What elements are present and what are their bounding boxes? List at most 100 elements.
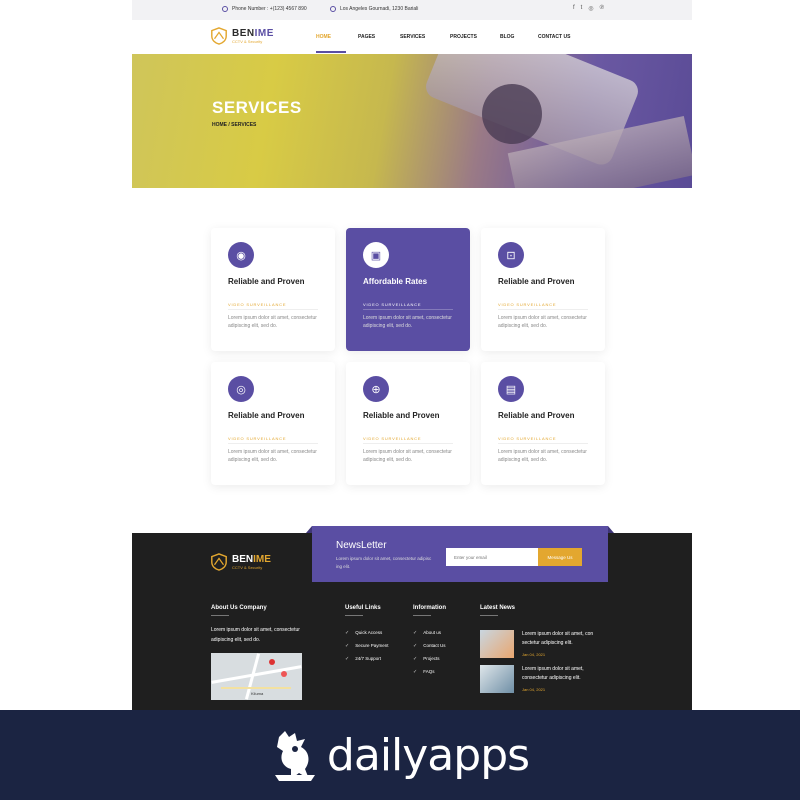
page: Phone Number : +(123) 4567 890 Los Angel…	[0, 0, 800, 800]
latest-news-divider	[480, 615, 498, 616]
service-card[interactable]: ◉ Reliable and Proven VIDEO SURVEILLANCE…	[211, 228, 335, 351]
breadcrumb[interactable]: HOME / SERVICES	[212, 122, 256, 128]
card-description: Lorem ipsum dolor sit amet, consectetur …	[498, 449, 587, 463]
brand-banner: dailyapps	[0, 710, 800, 800]
location-map[interactable]: Kiluma	[211, 653, 302, 700]
about-text: Lorem ipsum dolor sit amet, consectetur …	[211, 627, 300, 643]
check-icon: ✓	[345, 642, 350, 649]
footer-logo[interactable]: BENIME CCTV & Security	[210, 553, 271, 571]
service-card[interactable]: ⊕ Reliable and Proven VIDEO SURVEILLANCE…	[346, 362, 470, 485]
card-divider	[363, 443, 453, 444]
card-title: Affordable Rates	[363, 277, 428, 286]
card-divider	[498, 309, 588, 310]
card-subtitle: VIDEO SURVEILLANCE	[363, 436, 422, 441]
active-nav-indicator	[316, 51, 346, 53]
latest-news-title: Latest News	[480, 605, 516, 611]
news-date: Jan 04, 2021	[522, 687, 546, 692]
brand-name: dailyapps	[326, 729, 530, 781]
information-list: ✓ About us ✓ Contact Us ✓ Projects ✓ FAQs	[413, 626, 445, 678]
news-title: Lorem ipsum dolor sit amet, con sectetur…	[522, 631, 594, 646]
service-card[interactable]: ▤ Reliable and Proven VIDEO SURVEILLANCE…	[481, 362, 605, 485]
news-item[interactable]: Lorem ipsum dolor sit amet, con sectetur…	[480, 630, 610, 660]
logo-tagline: CCTV & Security	[232, 39, 263, 44]
check-icon: ✓	[345, 629, 350, 636]
card-description: Lorem ipsum dolor sit amet, consectetur …	[363, 449, 452, 463]
nav-projects[interactable]: PROJECTS	[450, 34, 500, 40]
about-divider	[211, 615, 229, 616]
card-divider	[498, 443, 588, 444]
card-divider	[228, 309, 318, 310]
information-title: Information	[413, 605, 446, 611]
footer: NewsLetter Lorem ipsum dolor sit amet, c…	[132, 526, 692, 710]
useful-links-divider	[345, 615, 363, 616]
newsletter-box: NewsLetter Lorem ipsum dolor sit amet, c…	[306, 526, 614, 582]
footer-link[interactable]: ✓ About us	[413, 626, 445, 639]
top-bar: Phone Number : +(123) 4567 890 Los Angel…	[132, 0, 692, 20]
address-info: Los Angeles Gournadi, 1230 Bariali	[330, 6, 418, 12]
footer-link[interactable]: ✓ Secure Payment	[345, 639, 388, 652]
check-icon: ✓	[413, 629, 418, 636]
brand-mascot-icon	[274, 731, 315, 781]
card-description: Lorem ipsum dolor sit amet, consectetur …	[228, 315, 317, 329]
address-text: Los Angeles Gournadi, 1230 Bariali	[340, 6, 419, 12]
footer-link[interactable]: ✓ Projects	[413, 652, 445, 665]
nav-services[interactable]: SERVICES	[400, 34, 450, 40]
location-icon	[330, 6, 336, 12]
map-pin-icon	[269, 659, 275, 665]
card-title: Reliable and Proven	[228, 277, 305, 286]
card-title: Reliable and Proven	[228, 411, 305, 420]
card-description: Lorem ipsum dolor sit amet, consectetur …	[498, 315, 587, 329]
phone-icon	[222, 6, 228, 12]
service-card-featured[interactable]: ▣ Affordable Rates VIDEO SURVEILLANCE Lo…	[346, 228, 470, 351]
news-title: Lorem ipsum dolor sit amet, consectetur …	[522, 666, 584, 681]
monitor-icon: ▤	[498, 376, 524, 402]
useful-links-title: Useful Links	[345, 605, 381, 611]
instagram-icon[interactable]: ◎	[588, 5, 593, 12]
service-card[interactable]: ◎ Reliable and Proven VIDEO SURVEILLANCE…	[211, 362, 335, 485]
map-pin-icon	[281, 671, 287, 677]
footer-link[interactable]: ✓ Quick Access	[345, 626, 388, 639]
message-us-button[interactable]: Message Us	[538, 548, 582, 566]
nav-pages[interactable]: PAGES	[358, 34, 400, 40]
card-description: Lorem ipsum dolor sit amet, consectetur …	[228, 449, 317, 463]
social-links: f t ◎ ℗	[573, 5, 604, 12]
card-subtitle: VIDEO SURVEILLANCE	[498, 302, 557, 307]
card-divider	[228, 443, 318, 444]
footer-link[interactable]: ✓ FAQs	[413, 665, 445, 678]
cctv-icon: ⊡	[498, 242, 524, 268]
newsletter-email-input[interactable]	[446, 548, 538, 566]
card-subtitle: VIDEO SURVEILLANCE	[228, 302, 287, 307]
card-title: Reliable and Proven	[498, 411, 575, 420]
shield-logo-icon	[211, 27, 227, 45]
news-date: Jan 04, 2021	[522, 652, 546, 657]
shield-logo-icon	[211, 553, 227, 571]
nav-home[interactable]: HOME	[316, 34, 358, 40]
about-title: About Us Company	[211, 605, 267, 611]
useful-links-list: ✓ Quick Access ✓ Secure Payment ✓ 24/7 Supp…	[345, 626, 388, 665]
main-nav: HOME PAGES SERVICES PROJECTS BLOG CONTAC…	[316, 34, 588, 40]
footer-logo-tagline: CCTV & Security	[232, 565, 263, 570]
card-description: Lorem ipsum dolor sit amet, consectetur …	[363, 315, 452, 329]
logo[interactable]: BENIME CCTV & Security	[210, 27, 274, 45]
check-icon: ✓	[413, 642, 418, 649]
phone-text: Phone Number : +(123) 4567 890	[232, 6, 307, 12]
check-icon: ✓	[345, 655, 350, 662]
footer-link[interactable]: ✓ 24/7 Support	[345, 652, 388, 665]
map-label: Kiluma	[251, 691, 264, 696]
phone-lock-icon: ▣	[363, 242, 389, 268]
nav-blog[interactable]: BLOG	[500, 34, 538, 40]
newsletter-text: Lorem ipsum dolor sit amet, consectetur …	[336, 556, 432, 569]
check-icon: ✓	[413, 655, 418, 662]
news-item[interactable]: Lorem ipsum dolor sit amet, consectetur …	[480, 665, 610, 695]
camera-lens-image	[482, 84, 542, 144]
news-thumbnail	[480, 665, 514, 693]
information-divider	[413, 615, 431, 616]
pinterest-icon[interactable]: ℗	[600, 5, 604, 12]
footer-link[interactable]: ✓ Contact Us	[413, 639, 445, 652]
footer-logo-name: BENIME	[232, 554, 271, 565]
twitter-icon[interactable]: t	[581, 5, 583, 12]
facebook-icon[interactable]: f	[573, 5, 575, 12]
newsletter-title: NewsLetter	[336, 540, 387, 551]
nav-contact-us[interactable]: CONTACT US	[538, 34, 588, 40]
service-card[interactable]: ⊡ Reliable and Proven VIDEO SURVEILLANCE…	[481, 228, 605, 351]
